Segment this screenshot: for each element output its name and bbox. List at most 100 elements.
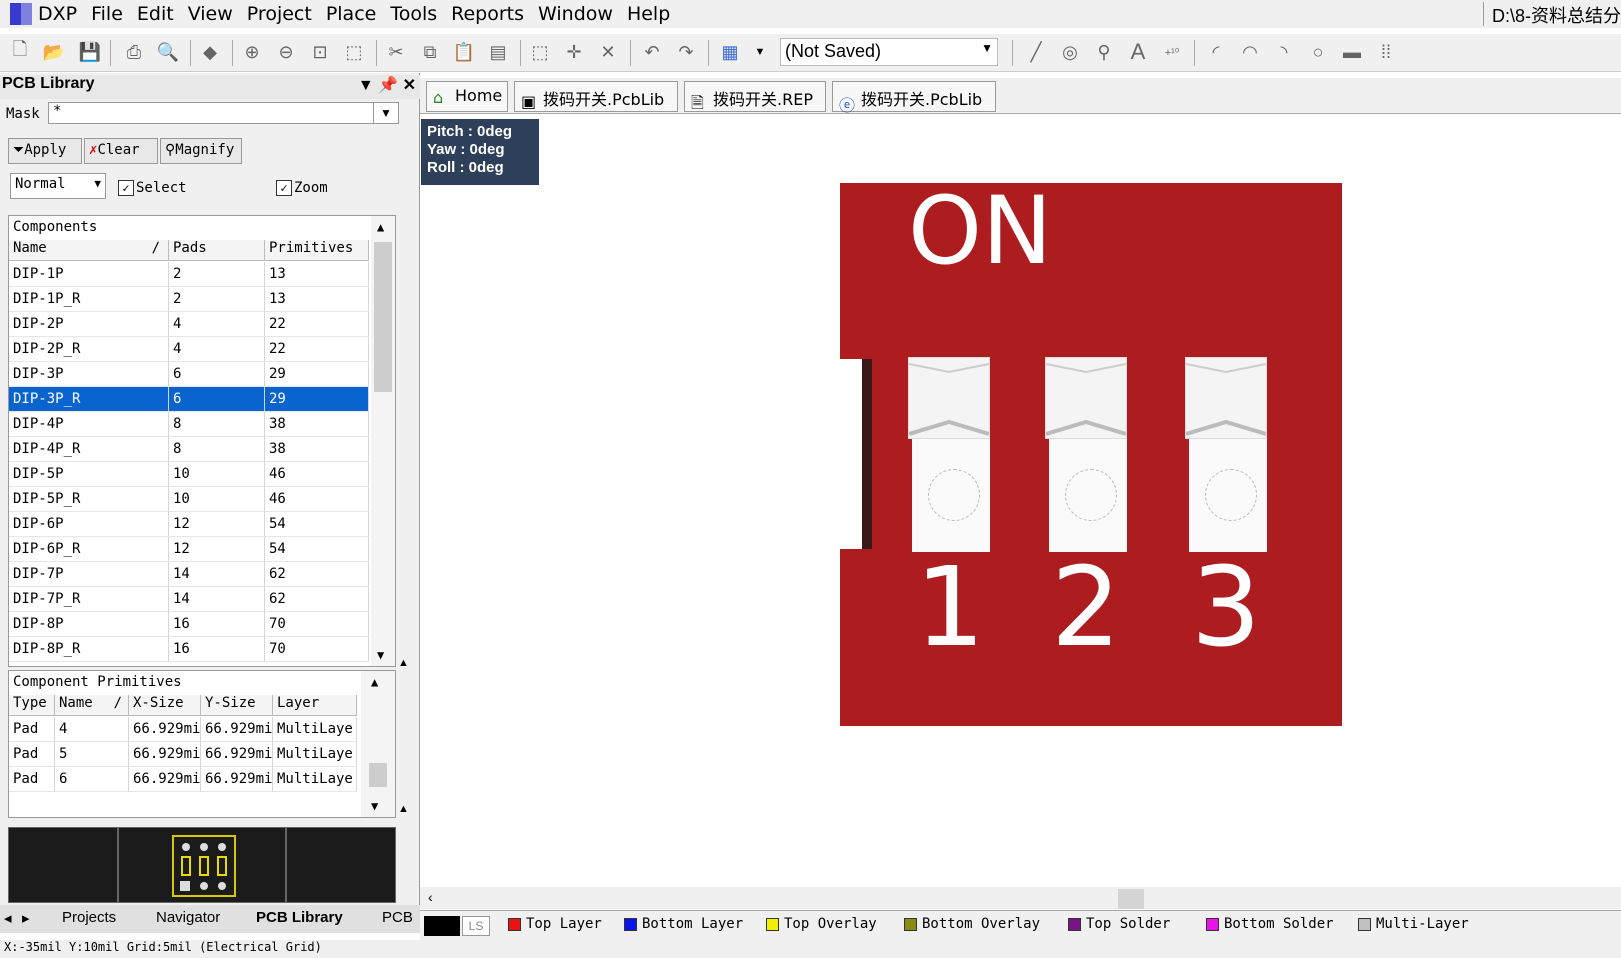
magnify-button[interactable]: ⚲Magnify <box>160 138 242 164</box>
ls-button[interactable]: LS <box>462 916 490 936</box>
table-row[interactable]: DIP-3P 6 29 <box>9 362 369 387</box>
table-row[interactable]: DIP-4P 8 38 <box>9 412 369 437</box>
print-preview-icon[interactable]: 🔍 <box>156 40 180 64</box>
zoom-area-icon[interactable]: ⬚ <box>342 40 366 64</box>
zoom-in-icon[interactable]: ⊕ <box>240 40 264 64</box>
new-file-icon[interactable]: 🗋 <box>8 39 32 64</box>
pcb-3d-canvas[interactable]: Pitch : 0deg Yaw : 0deg Roll : 0deg ON 1… <box>420 115 1621 887</box>
copy-icon[interactable]: ⧉ <box>418 40 442 64</box>
table-row[interactable]: Pad 6 66.929mi 66.929mi MultiLaye <box>9 767 357 792</box>
table-row[interactable]: DIP-7P 14 62 <box>9 562 369 587</box>
menu-window[interactable]: Window <box>538 3 613 25</box>
layer-tab[interactable]: Multi-Layer <box>1358 916 1469 932</box>
table-row[interactable]: DIP-6P 12 54 <box>9 512 369 537</box>
layer-tab[interactable]: Bottom Solder <box>1206 916 1334 932</box>
place-string-icon[interactable]: A <box>1126 39 1150 64</box>
layer-tab[interactable]: Top Overlay <box>766 916 877 932</box>
cut-icon[interactable]: ✂ <box>384 40 408 64</box>
paste-icon[interactable]: 📋 <box>452 40 476 64</box>
move-icon[interactable]: ✛ <box>562 40 586 64</box>
deselect-icon[interactable]: ✕ <box>596 40 620 64</box>
components-scrollbar[interactable]: ▲ ▼ <box>371 216 395 666</box>
column-header-name[interactable]: Name ∕ <box>9 240 169 260</box>
zoom-fit-icon[interactable]: ⊡ <box>308 40 332 64</box>
grid-dropdown-icon[interactable]: ▼ <box>748 40 772 64</box>
column-header-xsize[interactable]: X-Size <box>129 695 201 715</box>
redo-icon[interactable]: ↷ <box>674 40 698 64</box>
zoom-checkbox[interactable]: ✓ Zoom <box>276 180 328 196</box>
full-circle-icon[interactable]: ○ <box>1306 40 1330 64</box>
menu-view[interactable]: View <box>188 3 233 25</box>
table-row[interactable]: Pad 4 66.929mi 66.929mi MultiLaye <box>9 717 357 742</box>
splitter-up-icon[interactable]: ▲ <box>398 657 409 669</box>
tab-home[interactable]: ⌂ Home <box>426 81 508 112</box>
mask-dropdown-icon[interactable]: ▼ <box>373 102 399 124</box>
tab-pcb-library[interactable]: PCB Library <box>256 909 343 926</box>
table-row[interactable]: DIP-1P_R 2 13 <box>9 287 369 312</box>
table-row[interactable]: Pad 5 66.929mi 66.929mi MultiLaye <box>9 742 357 767</box>
layer-tab[interactable]: Bottom Layer <box>624 916 743 932</box>
tab-pcb[interactable]: PCB <box>382 909 413 926</box>
scroll-thumb[interactable] <box>374 242 392 392</box>
column-header-ysize[interactable]: Y-Size <box>201 695 273 715</box>
column-header-pads[interactable]: Pads <box>169 240 265 260</box>
save-icon[interactable]: 💾 <box>78 40 102 64</box>
scroll-down-icon[interactable]: ▼ <box>377 648 384 662</box>
table-row[interactable]: DIP-7P_R 14 62 <box>9 587 369 612</box>
menu-help[interactable]: Help <box>627 3 670 25</box>
apply-button[interactable]: ⏷Apply <box>8 138 82 164</box>
menu-tools[interactable]: Tools <box>390 3 437 25</box>
print-icon[interactable]: ⎙ <box>122 40 146 64</box>
menu-reports[interactable]: Reports <box>451 3 524 25</box>
display-mode-select[interactable]: Normal ▼ <box>10 173 106 199</box>
undo-icon[interactable]: ↶ <box>640 40 664 64</box>
pin-icon[interactable]: 📌 <box>378 77 398 94</box>
table-row[interactable]: DIP-8P 16 70 <box>9 612 369 637</box>
table-row[interactable]: DIP-5P_R 10 46 <box>9 487 369 512</box>
column-header-primitives[interactable]: Primitives <box>265 240 369 260</box>
table-row[interactable]: DIP-8P_R 16 70 <box>9 637 369 662</box>
rubber-stamp-icon[interactable]: ▤ <box>486 40 510 64</box>
table-row[interactable]: DIP-6P_R 12 54 <box>9 537 369 562</box>
scroll-down-icon[interactable]: ▼ <box>371 799 378 813</box>
scroll-thumb[interactable] <box>369 763 387 787</box>
menu-dxp[interactable]: DXP <box>38 3 77 25</box>
mask-input[interactable]: * <box>48 102 398 124</box>
select-area-icon[interactable]: ⬚ <box>528 40 552 64</box>
column-header-pname[interactable]: Name ∕ <box>55 695 129 715</box>
column-header-type[interactable]: Type <box>9 695 55 715</box>
current-layer-color[interactable] <box>424 916 460 936</box>
close-icon[interactable]: ✕ <box>403 77 416 94</box>
tab-projects[interactable]: Projects <box>62 909 116 926</box>
table-row[interactable]: DIP-2P 4 22 <box>9 312 369 337</box>
menu-project[interactable]: Project <box>247 3 312 25</box>
menu-edit[interactable]: Edit <box>137 3 174 25</box>
arc-center-icon[interactable]: ◜ <box>1204 40 1228 64</box>
clear-button[interactable]: ✗Clear <box>84 138 158 164</box>
select-checkbox[interactable]: ✓ Select <box>118 180 187 196</box>
place-via-icon[interactable]: ⚲ <box>1092 40 1116 64</box>
tab-navigator[interactable]: Navigator <box>156 909 220 926</box>
splitter-up-icon[interactable]: ▲ <box>398 803 409 815</box>
canvas-hscrollbar[interactable]: ‹ <box>420 887 1621 909</box>
zoom-out-icon[interactable]: ⊖ <box>274 40 298 64</box>
tab-scroll-left-icon[interactable]: ◂ <box>4 909 12 927</box>
menu-file[interactable]: File <box>91 3 123 25</box>
place-coordinate-icon[interactable]: +¹⁰ <box>1160 40 1184 64</box>
hscroll-thumb[interactable] <box>1118 889 1144 909</box>
place-fill-icon[interactable]: ▬ <box>1340 40 1364 64</box>
arc-any-icon[interactable]: ◝ <box>1272 40 1296 64</box>
primitives-scrollbar[interactable]: ▲ ▼ <box>361 671 395 817</box>
scroll-left-icon[interactable]: ‹ <box>428 889 433 905</box>
component-preview[interactable] <box>8 827 396 903</box>
tab-report[interactable]: 🗎 拨码开关.REP <box>684 81 826 112</box>
table-row[interactable]: DIP-5P 10 46 <box>9 462 369 487</box>
layer-tab[interactable]: Bottom Overlay <box>904 916 1040 932</box>
table-row[interactable]: DIP-1P 2 13 <box>9 262 369 287</box>
tab-pcblib-1[interactable]: ▣ 拨码开关.PcbLib <box>514 81 678 112</box>
place-pad-icon[interactable]: ◎ <box>1058 40 1082 64</box>
snapshot-select[interactable]: (Not Saved) ▼ <box>780 38 998 66</box>
arc-edge-icon[interactable]: ◠ <box>1238 40 1262 64</box>
scroll-up-icon[interactable]: ▲ <box>377 220 384 234</box>
panel-menu-icon[interactable]: ▼ <box>358 77 374 94</box>
